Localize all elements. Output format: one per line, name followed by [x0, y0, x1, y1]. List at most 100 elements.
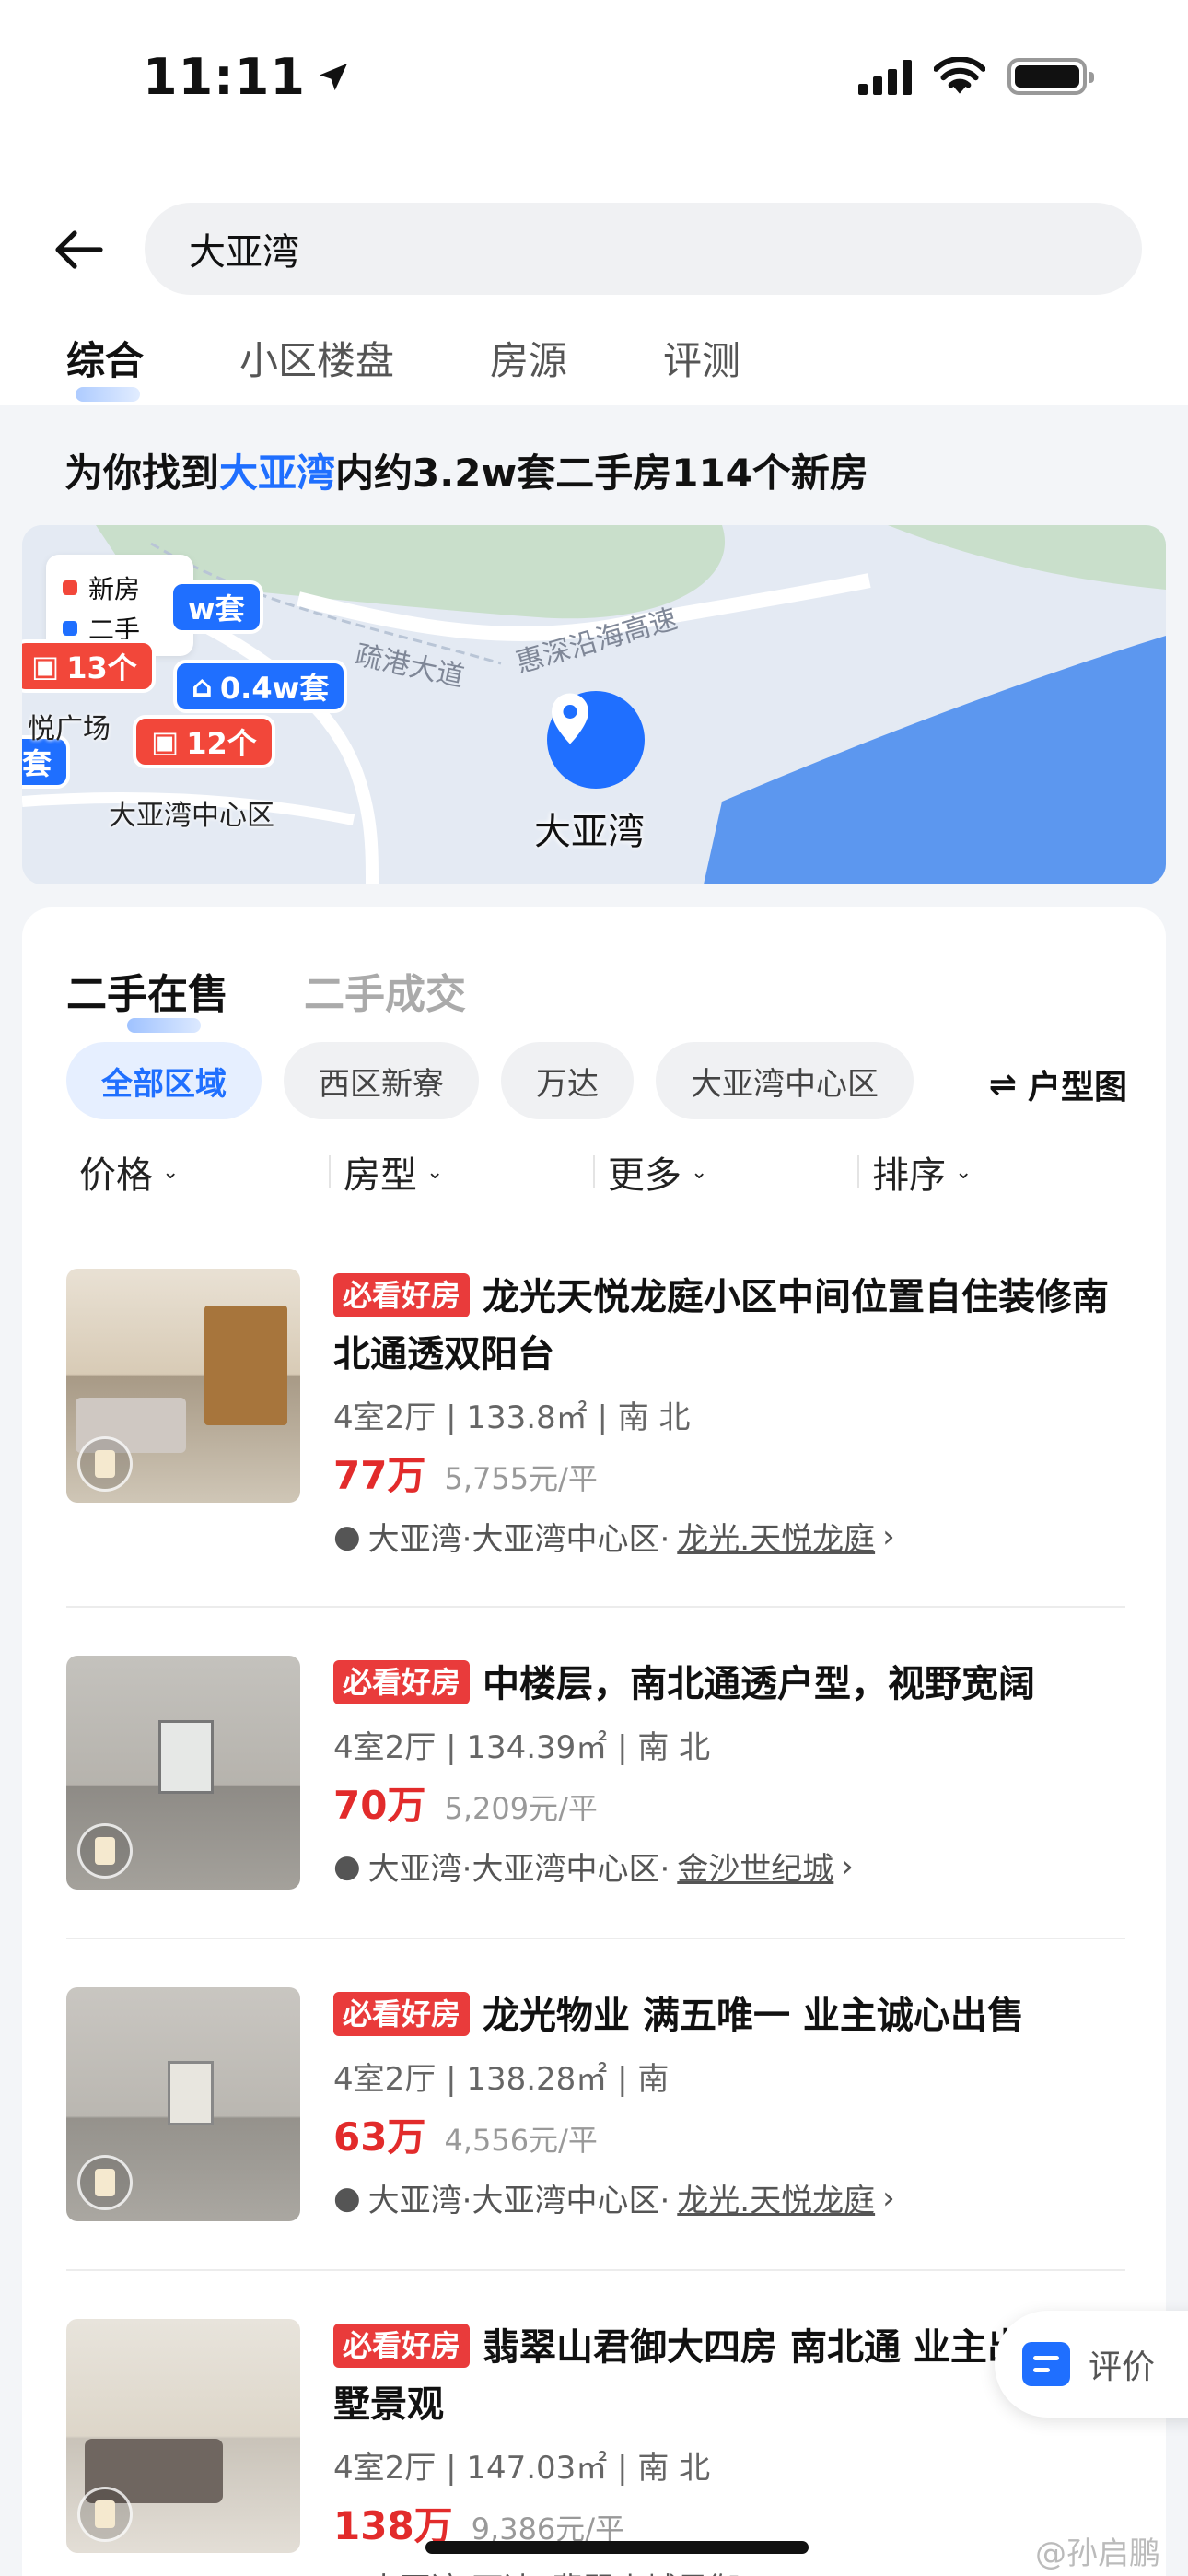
filter-price[interactable]: 价格 ⌄ [66, 1145, 329, 1199]
unit-price: 4,556元/平 [444, 2123, 598, 2158]
listing-photo [66, 1656, 300, 1890]
total-price: 63万 [333, 2114, 426, 2160]
chevron-down-icon: ⌄ [955, 1160, 973, 1184]
result-summary: 为你找到大亚湾内约3.2w套二手房114个新房 [64, 442, 868, 498]
listing-title: 必看好房 龙光物业 满五唯一 业主诚心出售 [333, 1987, 1125, 2044]
filter-label: 价格 [79, 1154, 153, 1197]
filter-label: 排序 [872, 1154, 946, 1197]
vr-icon [77, 2487, 133, 2542]
location-pin-icon: ● [333, 2179, 361, 2217]
chip-center[interactable]: 大亚湾中心区 [656, 1042, 914, 1119]
map-place-label: 大亚湾中心区 [109, 800, 274, 832]
community-link[interactable]: 金沙世纪城 [677, 1844, 833, 1889]
home-icon: ⌂ [192, 669, 213, 704]
divider [66, 1938, 1125, 1939]
listing-meta: 4室2厅 | 147.03㎡ | 南 北 [333, 2450, 711, 2487]
pill-text: 12个 [186, 726, 257, 761]
swap-arrows-icon: ⇌ [988, 1065, 1017, 1104]
back-button[interactable] [46, 217, 111, 282]
chip-xiqu-xinliao[interactable]: 西区新寮 [284, 1042, 479, 1119]
filter-label: 房型 [344, 1154, 417, 1197]
wifi-icon [934, 57, 985, 94]
evaluate-button[interactable]: 评价 [995, 2311, 1188, 2418]
listing-location: ● 大亚湾·大亚湾中心区· 金沙世纪城 › [333, 1844, 1125, 1889]
tab-for-sale[interactable]: 二手在售 [66, 961, 228, 1033]
community-link[interactable]: 龙光.天悦龙庭 [677, 1514, 875, 1559]
listing-meta: 4室2厅 | 134.39㎡ | 南 北 [333, 1729, 711, 1766]
status-time: 11:11 [143, 48, 352, 106]
new-home-dot [63, 580, 77, 595]
building-icon: ▣ [151, 724, 180, 759]
filter-more[interactable]: 更多 ⌄ [595, 1145, 857, 1199]
divider [66, 1606, 1125, 1608]
resale-dot [63, 621, 77, 636]
pill-text: 套 [22, 746, 52, 781]
result-keyword: 大亚湾 [219, 451, 336, 496]
tab-reviews[interactable]: 评测 [663, 330, 740, 394]
pill-text: 0.4w套 [219, 671, 330, 706]
price-row: 63万 4,556元/平 [333, 2106, 1125, 2162]
community-link[interactable]: 翡翠山城君御 [552, 2564, 740, 2576]
listing-info: 必看好房 龙光物业 满五唯一 业主诚心出售 4室2厅 | 138.28㎡ | 南 … [333, 1987, 1125, 2220]
location-arrow-icon [319, 63, 347, 90]
listing-meta: 4室2厅 | 138.28㎡ | 南 [333, 2061, 670, 2098]
listing-location: ● 大亚湾·大亚湾中心区· 龙光.天悦龙庭 › [333, 2175, 1125, 2220]
tab-sold[interactable]: 二手成交 [304, 961, 466, 1020]
pill-text: 13个 [66, 650, 137, 685]
map-pill-new-main[interactable]: ▣ 12个 [133, 715, 275, 768]
listing-type-tabs: 二手在售 二手成交 [66, 961, 466, 1033]
result-suffix: 内约3.2w套二手房114个新房 [335, 451, 868, 496]
filter-layout[interactable]: 房型 ⌄ [331, 1145, 593, 1199]
price-row: 70万 5,209元/平 [333, 1774, 1125, 1831]
must-see-badge: 必看好房 [333, 2324, 471, 2368]
listing-title: 必看好房 龙光天悦龙庭小区中间位置自住装修南北通透双阳台 [333, 1269, 1125, 1383]
chat-bubble-icon [1022, 2342, 1070, 2386]
map-pill-resale-main[interactable]: ⌂ 0.4w套 [173, 660, 348, 713]
location-text: 大亚湾·大亚湾中心区· [367, 1521, 670, 1558]
must-see-badge: 必看好房 [333, 1273, 471, 1317]
search-value: 大亚湾 [189, 231, 299, 274]
total-price: 70万 [333, 1783, 426, 1828]
cellular-signal-icon [858, 58, 912, 95]
vr-icon [77, 2155, 133, 2210]
location-pin-icon: ● [333, 2569, 361, 2576]
location-text: 大亚湾·大亚湾中心区· [367, 1851, 670, 1888]
search-input[interactable]: 大亚湾 [145, 203, 1142, 295]
listing-title: 必看好房 中楼层，南北通透户型，视野宽阔 [333, 1656, 1125, 1713]
listing-title-text: 龙光物业 满五唯一 业主诚心出售 [483, 1995, 1024, 2037]
clock-text: 11:11 [143, 48, 306, 106]
filter-sort[interactable]: 排序 ⌄ [859, 1145, 1122, 1199]
chip-all-areas[interactable]: 全部区域 [66, 1042, 262, 1119]
map-pill-resale[interactable]: w套 [169, 580, 263, 634]
listing-photo [66, 1987, 300, 2221]
listing-info: 必看好房 龙光天悦龙庭小区中间位置自住装修南北通透双阳台 4室2厅 | 133.8… [333, 1269, 1125, 1559]
tab-overview[interactable]: 综合 [66, 330, 144, 402]
chevron-right-icon: › [747, 2569, 760, 2576]
chevron-down-icon: ⌄ [162, 1160, 180, 1184]
location-text: 大亚湾·大亚湾中心区· [367, 2183, 670, 2219]
back-arrow-icon [55, 230, 103, 269]
tab-listings[interactable]: 房源 [490, 330, 567, 394]
watermark: @孙启鹏 [1035, 2535, 1160, 2572]
legend-new: 新房 [88, 574, 141, 604]
chip-wanda[interactable]: 万达 [501, 1042, 634, 1119]
pill-text: w套 [188, 591, 245, 626]
map-view[interactable]: 疏港大道 惠深沿海高速 新房 二手 w套 ▣ 13个 ⌂ 0.4w套 ▣ 12个 套 … [22, 525, 1166, 884]
filter-label: 更多 [608, 1154, 681, 1197]
area-chips: 全部区域 西区新寮 万达 大亚湾中心区 [66, 1042, 914, 1119]
home-indicator[interactable] [425, 2541, 809, 2554]
chip-fade [934, 1036, 961, 1125]
tab-communities[interactable]: 小区楼盘 [239, 330, 394, 394]
location-pin-icon[interactable] [547, 691, 645, 789]
floorplan-button[interactable]: ⇌ 户型图 [989, 1060, 1127, 1108]
map-pill-new[interactable]: ▣ 13个 [22, 639, 156, 693]
vr-icon [77, 1436, 133, 1492]
community-link[interactable]: 龙光.天悦龙庭 [677, 2175, 875, 2220]
vr-icon [77, 1823, 133, 1879]
status-icons [858, 57, 1094, 96]
location-pin-icon: ● [333, 1517, 361, 1555]
unit-price: 5,209元/平 [444, 1791, 598, 1826]
listing-title-text: 中楼层，南北通透户型，视野宽阔 [483, 1663, 1036, 1705]
listing-location: ● 大亚湾·万达· 翡翠山城君御 › [333, 2564, 1125, 2576]
listing-photo [66, 2319, 300, 2553]
